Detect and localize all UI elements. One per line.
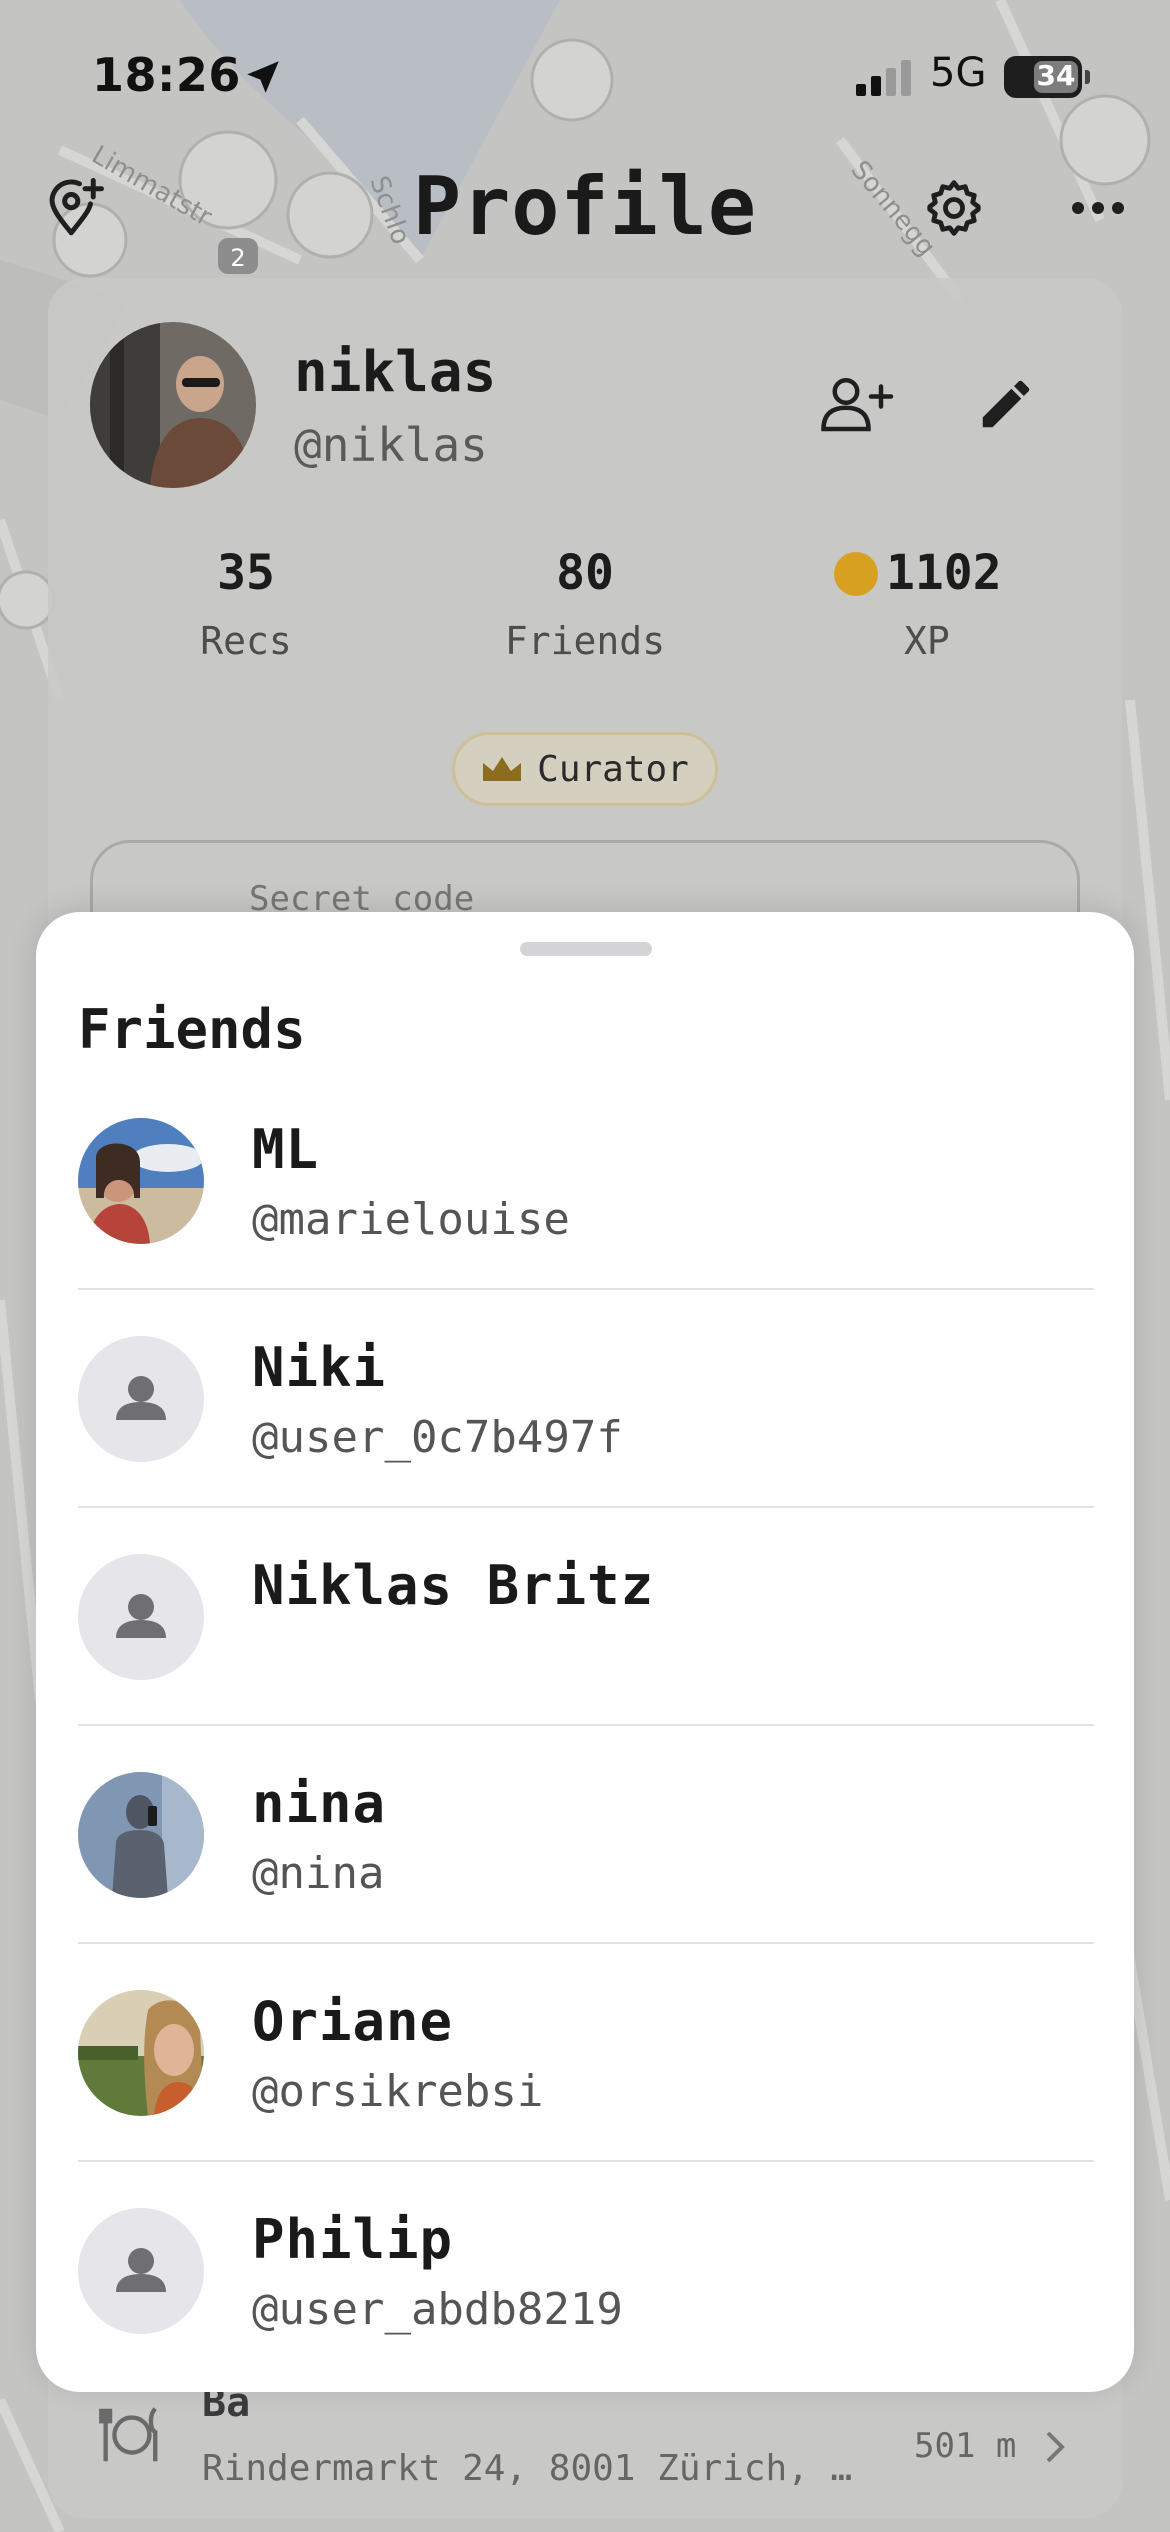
person-placeholder-icon bbox=[116, 2248, 166, 2292]
stat-recs[interactable]: 35 Recs bbox=[146, 545, 346, 663]
profile-photo bbox=[90, 322, 256, 488]
friend-avatar bbox=[78, 1336, 204, 1462]
stat-label: Friends bbox=[504, 619, 666, 663]
cellular-signal-icon bbox=[856, 60, 911, 96]
crown-icon bbox=[483, 757, 522, 781]
friend-row[interactable]: Oriane @orsikrebsi bbox=[78, 1944, 1094, 2162]
pencil-icon bbox=[982, 380, 1030, 428]
friends-sheet: Friends ML @marielouise Niki @user_0c7b4… bbox=[36, 912, 1134, 2392]
photo-mirror bbox=[78, 1772, 204, 1898]
friend-row[interactable]: Niklas Britz bbox=[78, 1508, 1094, 1726]
stat-xp[interactable]: 1102 XP bbox=[886, 545, 1026, 663]
friend-handle: @user_0c7b497f bbox=[252, 1412, 623, 1463]
friend-name: Philip bbox=[252, 2208, 454, 2271]
page-title: Profile bbox=[412, 160, 758, 253]
friend-handle: @orsikrebsi bbox=[252, 2066, 544, 2117]
stat-friends[interactable]: 80 Friends bbox=[485, 545, 685, 663]
edit-profile-button[interactable] bbox=[966, 364, 1046, 444]
friend-name: ML bbox=[252, 1118, 320, 1181]
friend-avatar bbox=[78, 1772, 204, 1898]
add-person-icon bbox=[821, 378, 894, 432]
curator-badge[interactable]: Curator bbox=[452, 732, 718, 806]
friend-name: Niklas Britz bbox=[252, 1554, 655, 1617]
friend-name: Oriane bbox=[252, 1990, 454, 2053]
profile-name: niklas bbox=[294, 340, 497, 405]
photo-field bbox=[78, 1990, 204, 2116]
location-arrow-icon bbox=[247, 61, 279, 93]
stat-value: 80 bbox=[556, 545, 614, 601]
settings-button[interactable] bbox=[914, 168, 994, 248]
friend-row[interactable]: Niki @user_0c7b497f bbox=[78, 1290, 1094, 1508]
place-row[interactable]: Ba Rindermarkt 24, 8001 Zürich, … 501 m bbox=[48, 2380, 1122, 2530]
sheet-title: Friends bbox=[78, 998, 306, 1061]
person-placeholder-icon bbox=[116, 1376, 166, 1420]
stat-value: 35 bbox=[217, 545, 275, 601]
add-friend-button[interactable] bbox=[816, 364, 896, 444]
friend-row[interactable]: nina @nina bbox=[78, 1726, 1094, 1944]
person-placeholder-icon bbox=[116, 1594, 166, 1638]
profile-handle: @niklas bbox=[294, 418, 488, 472]
gear-icon bbox=[927, 180, 981, 236]
friend-name: Niki bbox=[252, 1336, 387, 1399]
xp-coin-icon bbox=[834, 552, 878, 596]
sheet-grabber[interactable] bbox=[520, 942, 652, 956]
avatar[interactable] bbox=[90, 322, 256, 488]
friend-row[interactable]: Philip @user_abdb8219 bbox=[78, 2162, 1094, 2380]
place-distance: 501 m bbox=[914, 2426, 1017, 2466]
status-time: 18:26 bbox=[92, 48, 241, 102]
friend-name: nina bbox=[252, 1772, 387, 1835]
friend-handle: @marielouise bbox=[252, 1194, 570, 1245]
stat-value: 1102 bbox=[886, 545, 1002, 601]
friend-handle: @user_abdb8219 bbox=[252, 2284, 623, 2335]
ellipsis-icon bbox=[1072, 202, 1124, 214]
place-address: Rindermarkt 24, 8001 Zürich, … bbox=[202, 2448, 853, 2489]
battery-icon: 34 bbox=[1004, 56, 1090, 98]
stat-label: XP bbox=[904, 619, 950, 663]
badge-label: Curator bbox=[537, 748, 689, 790]
photo-beach bbox=[78, 1118, 204, 1244]
status-bar: 18:26 5G 34 bbox=[0, 0, 1170, 150]
friend-avatar bbox=[78, 1118, 204, 1244]
network-type: 5G bbox=[930, 50, 987, 96]
friend-avatar bbox=[78, 1990, 204, 2116]
friend-avatar bbox=[78, 2208, 204, 2334]
stat-label: Recs bbox=[200, 619, 292, 663]
chevron-right-icon bbox=[1046, 2431, 1065, 2463]
cutlery-icon bbox=[99, 2407, 158, 2462]
friend-row[interactable]: ML @marielouise bbox=[78, 1072, 1094, 1290]
friend-avatar bbox=[78, 1554, 204, 1680]
friend-handle: @nina bbox=[252, 1848, 385, 1899]
battery-level: 34 bbox=[1036, 59, 1076, 92]
more-options-button[interactable] bbox=[1058, 168, 1138, 248]
